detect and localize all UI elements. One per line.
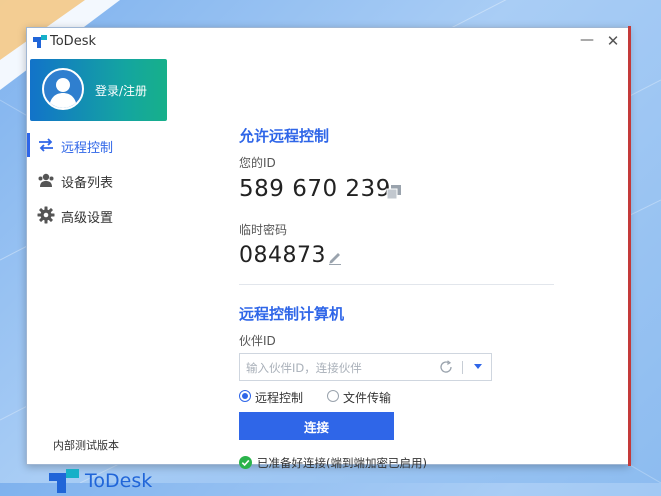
sidebar-item-remote-control[interactable]: 远程控制 [27,131,207,159]
connect-button[interactable]: 连接 [239,412,394,440]
partner-id-box [239,353,492,381]
check-circle-icon [239,456,252,469]
mode-radio-file-transfer[interactable]: 文件传输 [327,389,402,405]
version-label: 内部测试版本 [53,439,119,452]
mode-radio-remote-control[interactable]: 远程控制 [239,389,314,405]
your-id-value: 589 670 239 [239,176,391,202]
sidebar-item-label: 高级设置 [61,211,114,226]
main-panel: 允许远程控制 您的ID 589 670 239 临时密码 084873 远程控制… [239,56,619,470]
sidebar-item-label: 远程控制 [61,141,114,156]
sidebar-item-device-list[interactable]: 设备列表 [27,166,207,194]
allow-remote-title: 允许远程控制 [239,127,330,145]
gear-icon [37,206,55,224]
sidebar-item-advanced-settings[interactable]: 高级设置 [27,201,207,229]
close-button[interactable]: ✕ [606,32,620,50]
copy-icon[interactable] [386,184,402,200]
todesk-window: ToDesk — ✕ 登录/注册 远程控制 设备列表 高级设置 内部测试版本 T… [26,26,631,493]
todesk-logo-icon [49,469,79,493]
partner-id-input[interactable] [244,358,438,378]
brand-name: ToDesk [85,470,153,492]
titlebar[interactable]: ToDesk — ✕ [27,28,628,56]
sidebar-item-label: 设备列表 [61,176,114,191]
active-indicator [27,133,30,157]
app-title: ToDesk [50,34,96,49]
radio-circle [327,390,339,402]
section-divider [239,284,554,285]
brand-logo: ToDesk [49,468,169,496]
window-edge [628,26,631,466]
todesk-logo-icon [33,35,47,48]
control-remote-title: 远程控制计算机 [239,305,345,323]
temp-password-value: 084873 [239,243,326,268]
radio-label: 远程控制 [255,391,304,405]
radio-label: 文件传输 [343,391,392,405]
input-separator [462,361,463,374]
your-id-label: 您的ID [239,156,276,170]
partner-id-label: 伙伴ID [239,334,276,348]
history-icon[interactable] [439,360,453,374]
status-text: 已准备好连接(端到端加密已启用) [257,456,427,470]
minimize-button[interactable]: — [580,32,594,48]
dropdown-arrow-icon[interactable] [474,364,482,369]
swap-arrows-icon [39,138,53,152]
user-avatar-icon [49,78,77,108]
login-register-label: 登录/注册 [95,84,148,98]
radio-circle [239,390,251,402]
users-icon [38,173,54,187]
login-register-button[interactable]: 登录/注册 [30,59,167,121]
sidebar: 登录/注册 远程控制 设备列表 高级设置 内部测试版本 ToDesk [27,56,215,493]
pencil-icon[interactable] [327,249,343,265]
temp-password-label: 临时密码 [239,223,288,237]
avatar [42,68,84,110]
